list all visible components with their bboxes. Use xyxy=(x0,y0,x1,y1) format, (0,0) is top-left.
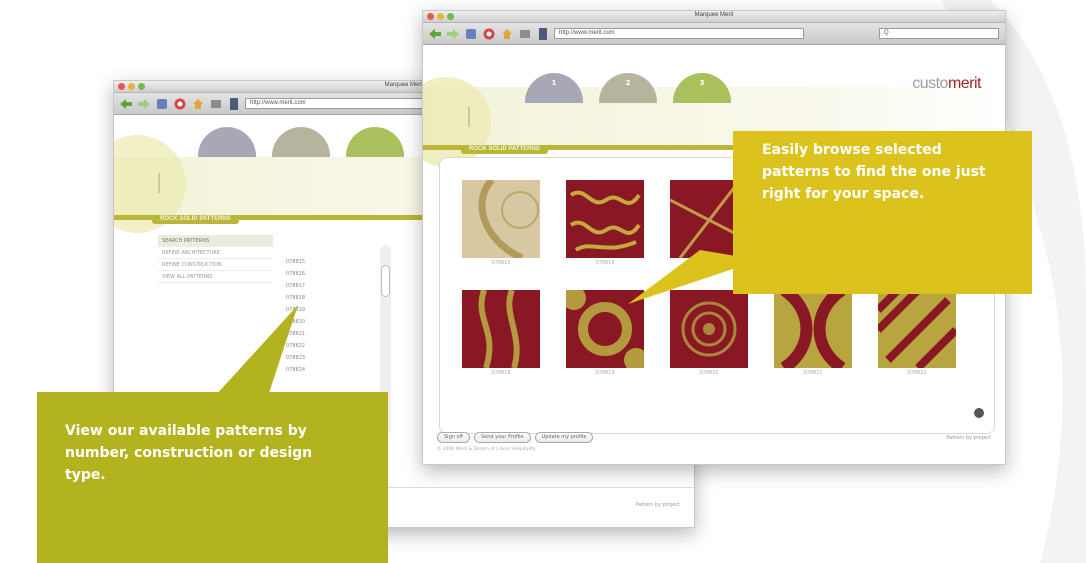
home-icon[interactable] xyxy=(191,97,205,111)
swatch-label: 078818 xyxy=(491,370,511,376)
dome-number: 2 xyxy=(625,79,631,87)
footer-link[interactable]: Pattern by project xyxy=(946,435,991,441)
search-field[interactable]: Q xyxy=(879,28,999,39)
list-item[interactable]: 078821 xyxy=(286,328,316,340)
footer-link[interactable]: Pattern by project xyxy=(635,502,680,508)
list-item[interactable]: 078815 xyxy=(286,256,316,268)
sign-off-button[interactable]: Sign off xyxy=(437,432,470,443)
section-label: ROCK SOLID PATTERNS xyxy=(152,215,239,224)
nav-dome-1[interactable]: 1 xyxy=(525,73,583,103)
section-label: ROCK SOLID PATTERNS xyxy=(461,145,548,154)
nav-dome-2[interactable]: 2 xyxy=(599,73,657,103)
menu-item-search[interactable]: SEARCH PATTERNS xyxy=(158,235,273,247)
back-arrow-icon[interactable] xyxy=(119,97,133,111)
pattern-swatch[interactable] xyxy=(566,180,644,258)
address-bar[interactable]: http://www.merit.com xyxy=(554,28,804,39)
header-divider xyxy=(158,173,160,193)
scrollbar-thumb[interactable] xyxy=(381,265,390,297)
swatch-label: 078822 xyxy=(907,370,927,376)
pattern-swatch[interactable] xyxy=(774,290,852,368)
stop-icon[interactable] xyxy=(173,97,187,111)
stop-icon[interactable] xyxy=(482,27,496,41)
copyright-text: © 2006 Merit & Dream of Colors Hospitali… xyxy=(437,447,536,452)
bookmarks-icon[interactable] xyxy=(209,97,223,111)
back-arrow-icon[interactable] xyxy=(428,27,442,41)
pattern-menu: SEARCH PATTERNS REFINE ARCHITECTURE REFI… xyxy=(158,235,273,283)
logo-accent: merit xyxy=(947,75,982,92)
view-callout: View our available patterns by number, c… xyxy=(37,392,388,563)
title-bar: Marquee Merit xyxy=(423,11,1005,23)
nav-dome-3[interactable] xyxy=(346,127,404,157)
swatch-label: 078816 xyxy=(595,260,615,266)
pattern-swatch[interactable] xyxy=(670,290,748,368)
pattern-swatch[interactable] xyxy=(878,290,956,368)
menu-item-architecture[interactable]: REFINE ARCHITECTURE xyxy=(158,247,273,259)
menu-item-construction[interactable]: REFINE CONSTRUCTION xyxy=(158,259,273,271)
forward-arrow-icon[interactable] xyxy=(137,97,151,111)
pattern-swatch[interactable] xyxy=(462,290,540,368)
pattern-swatch[interactable] xyxy=(462,180,540,258)
swatch-label: 078819 xyxy=(595,370,615,376)
view-callout-text: View our available patterns by number, c… xyxy=(65,423,313,483)
list-item[interactable]: 078824 xyxy=(286,364,316,376)
header-divider xyxy=(468,107,470,127)
print-icon[interactable] xyxy=(227,97,241,111)
browse-callout: Easily browse selected patterns to find … xyxy=(733,131,1032,294)
nav-dome-1[interactable] xyxy=(198,127,256,157)
list-item[interactable]: 078816 xyxy=(286,268,316,280)
swatch-label: 078821 xyxy=(803,370,823,376)
list-item[interactable]: 078823 xyxy=(286,352,316,364)
customerit-logo[interactable]: customerit xyxy=(912,75,981,93)
pattern-swatch[interactable] xyxy=(566,290,644,368)
menu-item-all[interactable]: VIEW ALL PATTERNS xyxy=(158,271,273,283)
dome-number: 1 xyxy=(551,79,557,87)
forward-arrow-icon[interactable] xyxy=(446,27,460,41)
window-title: Marquee Merit xyxy=(694,12,734,18)
list-item[interactable]: 078818 xyxy=(286,292,316,304)
logo-text: custo xyxy=(912,75,948,92)
list-item[interactable]: 078817 xyxy=(286,280,316,292)
swatch-label: 078815 xyxy=(491,260,511,266)
refresh-icon[interactable] xyxy=(155,97,169,111)
nav-dome-3[interactable]: 3 xyxy=(673,73,731,103)
list-item[interactable]: 078822 xyxy=(286,340,316,352)
home-icon[interactable] xyxy=(500,27,514,41)
swatch-label: 078820 xyxy=(699,370,719,376)
refresh-icon[interactable] xyxy=(464,27,478,41)
send-profile-button[interactable]: Send your Profile xyxy=(474,432,531,443)
print-icon[interactable] xyxy=(536,27,550,41)
pattern-number-list: 078815 078816 078817 078818 078819 07882… xyxy=(286,256,316,376)
nav-dome-2[interactable] xyxy=(272,127,330,157)
dome-number: 3 xyxy=(699,79,705,87)
footer-buttons: Sign off Send your Profile Update my pro… xyxy=(437,432,594,443)
bookmarks-icon[interactable] xyxy=(518,27,532,41)
next-page-icon[interactable] xyxy=(974,408,984,418)
update-profile-button[interactable]: Update my profile xyxy=(534,432,594,443)
list-item[interactable]: 078820 xyxy=(286,316,316,328)
browse-callout-text: Easily browse selected patterns to find … xyxy=(762,142,986,202)
list-item[interactable]: 078819 xyxy=(286,304,316,316)
browser-toolbar: http://www.merit.com Q xyxy=(423,23,1005,45)
